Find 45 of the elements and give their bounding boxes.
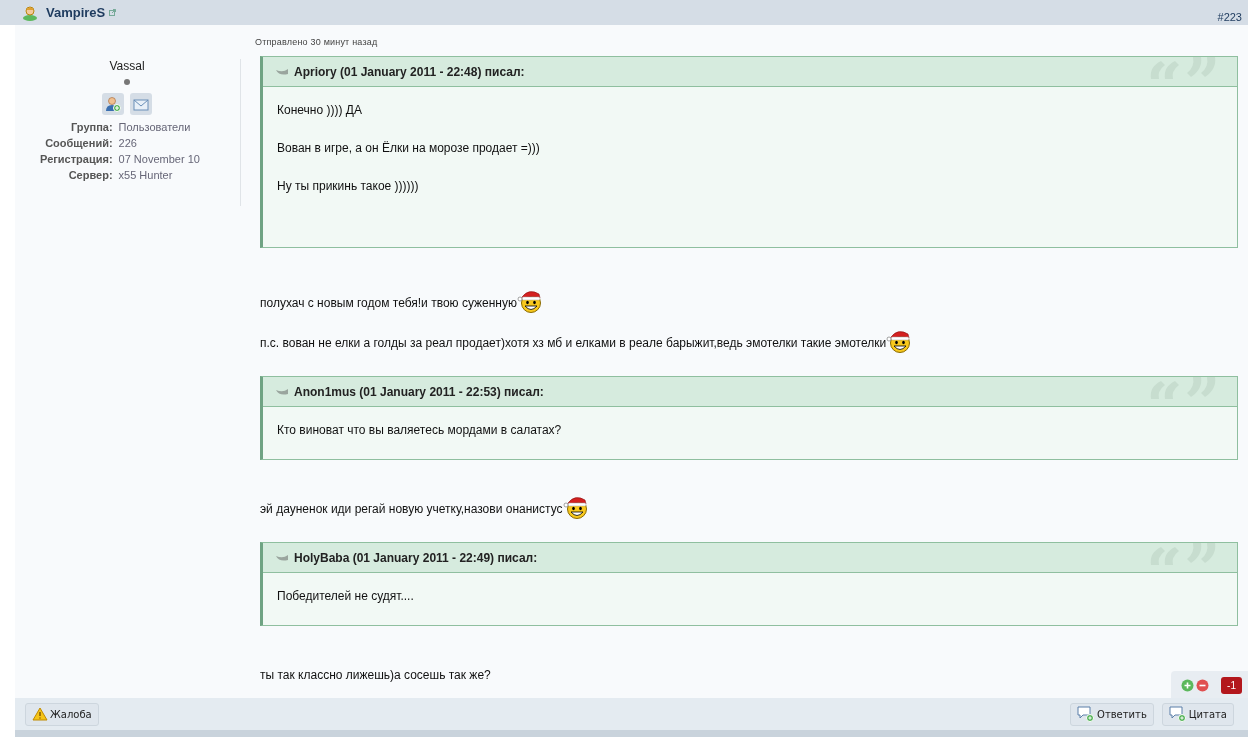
speech-bubble-icon bbox=[1168, 706, 1187, 722]
user-icon bbox=[22, 4, 38, 21]
quote-text: Ну ты прикинь такое )))))) bbox=[277, 179, 420, 193]
profile-name: Vassal bbox=[109, 59, 145, 73]
quote-citation: HolyBaba (01 January 2011 - 22:49) писал: bbox=[294, 550, 538, 565]
post-text: ты так классно лижешь)а сосешь так же? bbox=[260, 668, 491, 684]
warning-icon bbox=[32, 707, 48, 721]
user-add-icon bbox=[105, 96, 121, 112]
santa-smiley-icon bbox=[562, 494, 589, 520]
quote-text: Конечно )))) ДА bbox=[277, 103, 363, 117]
sent-time: Отправлено 30 минут назад bbox=[255, 37, 379, 47]
field-value: 226 bbox=[117, 136, 138, 151]
field-label: Регистрация: bbox=[39, 152, 114, 167]
field-value: x55 Hunter bbox=[117, 168, 174, 183]
field-label: Сервер: bbox=[67, 168, 114, 183]
quote-text: Победителей не судят.... bbox=[277, 589, 415, 603]
field-label: Сообщений: bbox=[44, 136, 114, 151]
quote-bubble-icon bbox=[275, 552, 289, 563]
quote-citation: Apriory (01 January 2011 - 22:48) писал: bbox=[294, 64, 525, 79]
reply-button[interactable]: Ответить bbox=[1070, 702, 1154, 726]
external-link-icon bbox=[109, 9, 117, 16]
envelope-icon bbox=[133, 97, 149, 111]
post-text: полухач с новым годом тебя!и твою суженную bbox=[260, 296, 517, 312]
add-friend-button[interactable] bbox=[102, 93, 124, 115]
minus-icon[interactable] bbox=[1196, 679, 1210, 692]
quote-text: Вован в игре, а он Ёлки на морозе продает =))) bbox=[277, 141, 541, 155]
field-value: Пользователи bbox=[117, 120, 192, 135]
quote-bubble-icon bbox=[275, 386, 289, 397]
field-label: Группа: bbox=[70, 120, 114, 135]
santa-smiley-icon bbox=[517, 288, 543, 314]
quote-text: Кто виноват что вы валяетесь мордами в салатах? bbox=[277, 423, 563, 437]
field-value: 07 November 10 bbox=[117, 152, 201, 167]
post-number-link[interactable]: #223 bbox=[1217, 2, 1242, 23]
post-text: п.с. вован не елки а голды за реал продает)хотя хз мб и елками в реале барыжит,ведь эмотелки такие эмотелки bbox=[260, 336, 887, 352]
speech-bubble-icon bbox=[1077, 706, 1096, 722]
plus-icon[interactable] bbox=[1181, 679, 1195, 692]
report-button[interactable]: Жалоба bbox=[25, 702, 99, 726]
rating-score: -1 bbox=[1221, 677, 1242, 694]
santa-smiley-icon bbox=[886, 328, 913, 354]
quote-button[interactable]: Цитата bbox=[1161, 702, 1234, 726]
author-link[interactable]: VampireS bbox=[46, 5, 117, 20]
quote-bubble-icon bbox=[275, 66, 289, 77]
message-button[interactable] bbox=[130, 93, 152, 115]
quote-citation: Anon1mus (01 January 2011 - 22:53) писал: bbox=[294, 384, 544, 399]
post-text: эй дауненок иди регай новую учетку,назови онанистус bbox=[260, 502, 563, 518]
